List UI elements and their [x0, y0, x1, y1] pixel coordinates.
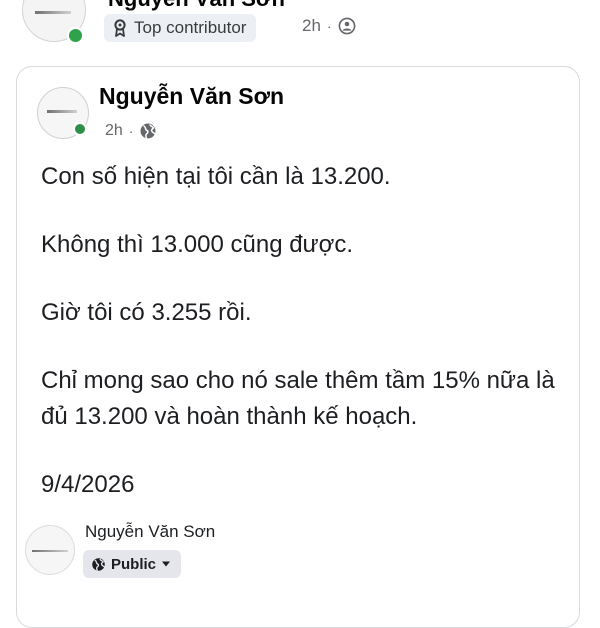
post-paragraph: Con số hiện tại tôi cần là 13.200.	[41, 163, 391, 190]
avatar-logo-mark	[47, 110, 77, 113]
online-status-dot	[67, 27, 84, 44]
post-paragraph: Chỉ mong sao cho nó sale thêm tầm 15% nữ…	[41, 367, 555, 430]
top-contributor-badge[interactable]: Top contributor	[104, 14, 257, 42]
post-paragraph: Không thì 13.000 cũng được.	[41, 231, 354, 258]
shared-post-meta: 2h ·	[105, 122, 157, 140]
meta-separator: ·	[326, 18, 332, 34]
attached-author-name[interactable]: Nguyễn Văn Sơn	[85, 522, 215, 542]
online-status-dot	[73, 122, 87, 136]
shared-author-name[interactable]: Nguyễn Văn Sơn	[99, 83, 284, 110]
avatar-logo-mark	[32, 550, 68, 552]
audience-label: Public	[111, 555, 157, 573]
shared-post-card[interactable]: Nguyễn Văn Sơn 2h · Con số hiện tại tôi …	[16, 66, 580, 628]
badge-label: Top contributor	[134, 18, 247, 37]
post-date: 9/4/2026	[41, 471, 135, 498]
globe-icon	[140, 123, 157, 139]
outer-post-time[interactable]: 2h	[302, 16, 321, 36]
avatar-logo-mark	[35, 11, 71, 14]
shared-post-time[interactable]: 2h	[105, 122, 123, 140]
outer-author-name[interactable]: Nguyễn Văn Sơn	[108, 0, 285, 12]
globe-icon	[92, 557, 105, 571]
audience-selector-button[interactable]: Public	[83, 550, 182, 578]
outer-post-meta: 2h ·	[302, 16, 356, 36]
post-body: Con số hiện tại tôi cần là 13.200. Không…	[41, 159, 561, 535]
caret-down-icon	[162, 561, 171, 567]
contributor-badge-icon	[114, 19, 126, 37]
meta-separator: ·	[128, 123, 134, 139]
attached-author-avatar[interactable]	[25, 525, 75, 575]
group-icon	[338, 17, 355, 35]
post-paragraph: Giờ tôi có 3.255 rồi.	[41, 299, 252, 326]
